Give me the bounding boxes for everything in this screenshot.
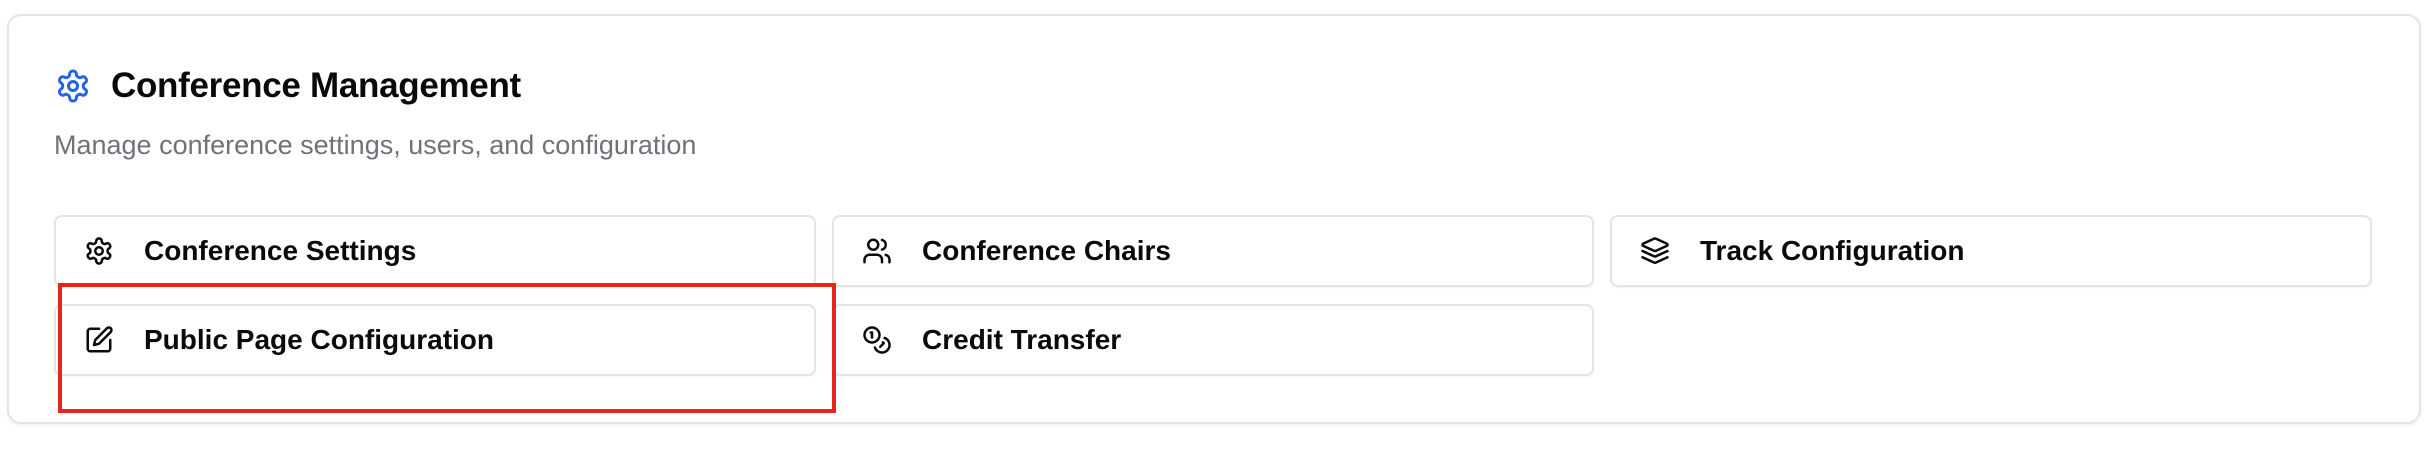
public-page-configuration-button[interactable]: Public Page Configuration (54, 304, 816, 376)
gear-icon (54, 67, 92, 105)
track-configuration-label: Track Configuration (1700, 235, 1965, 266)
coins-icon (861, 324, 893, 356)
conference-settings-button[interactable]: Conference Settings (54, 215, 816, 287)
conference-chairs-button[interactable]: Conference Chairs (832, 215, 1594, 287)
public-page-configuration-label: Public Page Configuration (144, 324, 495, 355)
gear-icon (83, 235, 115, 267)
page-subtitle: Manage conference settings, users, and c… (54, 130, 697, 160)
credit-transfer-label: Credit Transfer (922, 324, 1122, 355)
users-icon (861, 235, 893, 267)
credit-transfer-button[interactable]: Credit Transfer (832, 304, 1594, 376)
card-header: Conference Management (54, 66, 521, 106)
layers-icon (1639, 235, 1671, 267)
conference-settings-label: Conference Settings (144, 235, 417, 266)
edit-icon (83, 324, 115, 356)
conference-chairs-label: Conference Chairs (922, 235, 1171, 266)
page-title: Conference Management (111, 66, 521, 105)
track-configuration-button[interactable]: Track Configuration (1610, 215, 2372, 287)
